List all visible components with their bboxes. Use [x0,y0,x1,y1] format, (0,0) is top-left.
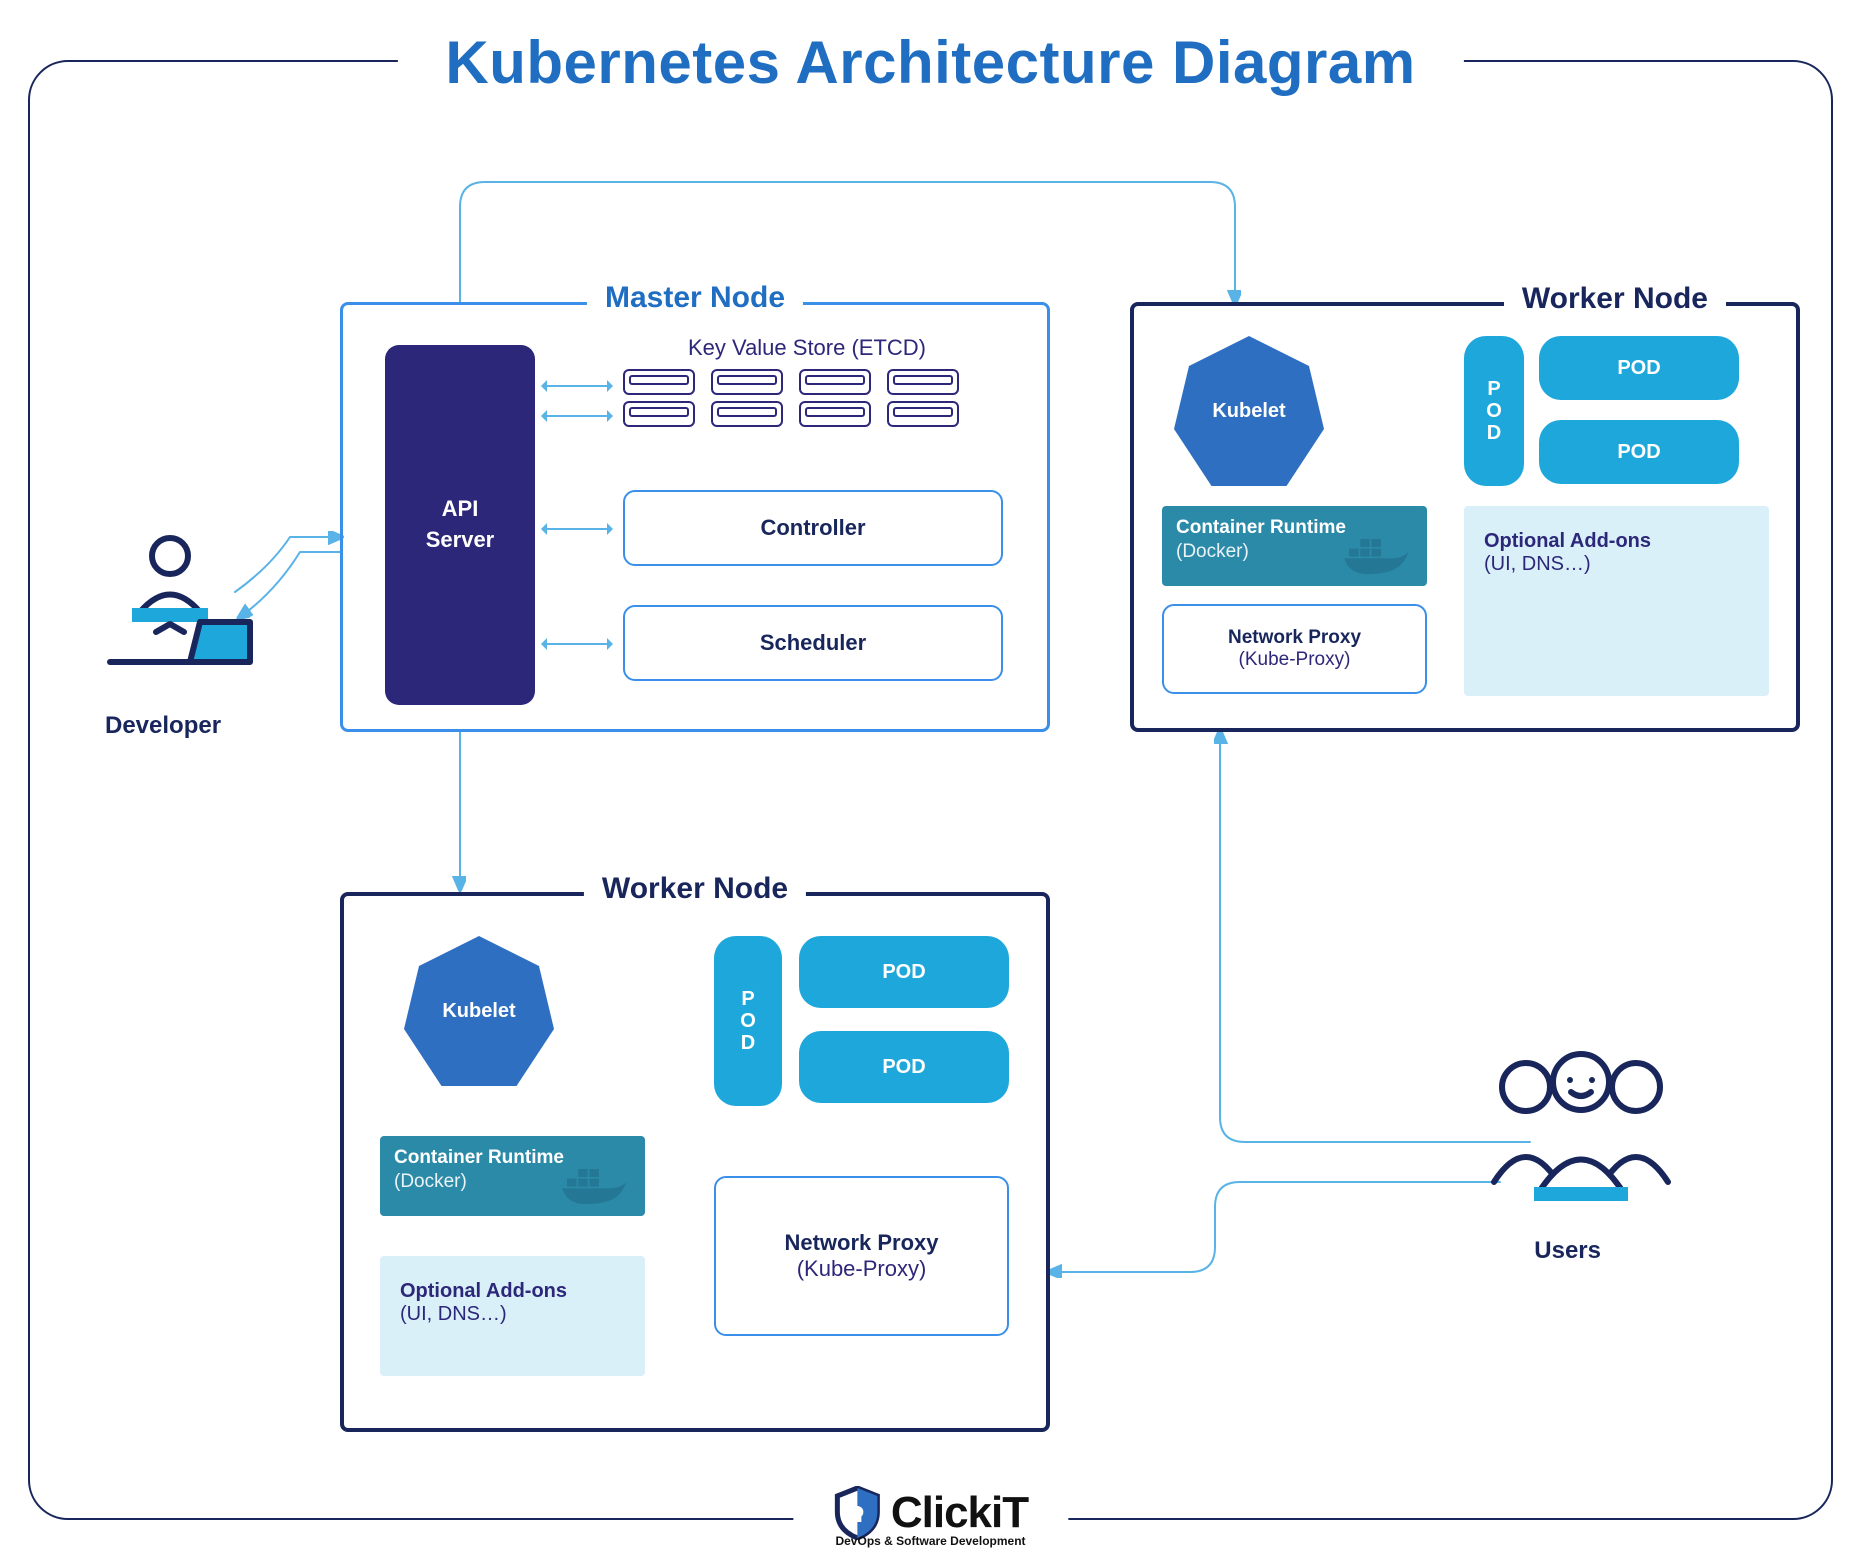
pod-box: POD [799,1031,1009,1103]
users-icon [1471,1032,1691,1222]
addons-box: Optional Add-ons (UI, DNS…) [380,1256,645,1376]
worker-node-2-label: Worker Node [584,872,806,906]
worker-node-1: Worker Node Kubelet Container Runtime (D… [1130,302,1800,732]
etcd-label: Key Value Store (ETCD) [688,335,926,361]
addons-box: Optional Add-ons (UI, DNS…) [1464,506,1769,696]
bidir-arrow-icon [543,385,611,387]
api-server-label: API Server [426,494,495,556]
pod-box: POD [1539,420,1739,484]
kubelet-box: Kubelet [1174,336,1324,486]
bidir-arrow-icon [543,643,611,645]
addons-title: Optional Add-ons [400,1280,625,1303]
brand-logo: ClickiT DevOps & Software Development [793,1486,1068,1548]
addons-sub: (UI, DNS…) [1484,553,1749,576]
master-node: Master Node API Server Key Value Store (… [340,302,1050,732]
pod-label: POD [882,1056,925,1079]
pod-label: POD [1617,357,1660,380]
pod-box: POD [1539,336,1739,400]
netproxy-sub: (Kube-Proxy) [797,1256,927,1282]
docker-icon [1341,530,1421,580]
pod-label: POD [882,961,925,984]
netproxy-title: Network Proxy [784,1230,938,1256]
brand-tagline: DevOps & Software Development [833,1534,1028,1548]
pod-label: POD [1617,441,1660,464]
controller-box: Controller [623,490,1003,566]
runtime-title: Container Runtime [394,1147,564,1168]
bidir-arrow-icon [543,528,611,530]
api-server-box: API Server [385,345,535,705]
developer-icon [100,522,280,702]
runtime-title: Container Runtime [1176,517,1346,538]
container-runtime-box: Container Runtime (Docker) [1162,506,1427,586]
brand-name: ClickiT [891,1488,1028,1538]
pod-label: P O D [1486,378,1502,444]
etcd-icon [623,369,959,427]
developer-label: Developer [105,712,221,740]
docker-icon [559,1160,639,1210]
runtime-sub: (Docker) [1176,541,1249,562]
kubelet-label: Kubelet [1212,400,1285,423]
netproxy-title: Network Proxy [1228,627,1361,649]
container-runtime-box: Container Runtime (Docker) [380,1136,645,1216]
kubelet-label: Kubelet [442,1000,515,1023]
network-proxy-box: Network Proxy (Kube-Proxy) [714,1176,1009,1336]
netproxy-sub: (Kube-Proxy) [1239,649,1351,671]
scheduler-box: Scheduler [623,605,1003,681]
addons-title: Optional Add-ons [1484,530,1749,553]
addons-sub: (UI, DNS…) [400,1303,625,1326]
network-proxy-box: Network Proxy (Kube-Proxy) [1162,604,1427,694]
master-node-label: Master Node [587,281,803,315]
pod-box: P O D [714,936,782,1106]
kubelet-box: Kubelet [404,936,554,1086]
runtime-sub: (Docker) [394,1171,467,1192]
bidir-arrow-icon [543,415,611,417]
worker-node-2: Worker Node Kubelet Container Runtime (D… [340,892,1050,1432]
shield-icon [833,1486,881,1540]
pod-box: POD [799,936,1009,1008]
worker-node-1-label: Worker Node [1504,282,1726,316]
diagram-frame: Kubernetes Architecture Diagram Dev [28,60,1833,1520]
users-label: Users [1534,1237,1601,1265]
pod-box: P O D [1464,336,1524,486]
pod-label: P O D [740,988,756,1054]
